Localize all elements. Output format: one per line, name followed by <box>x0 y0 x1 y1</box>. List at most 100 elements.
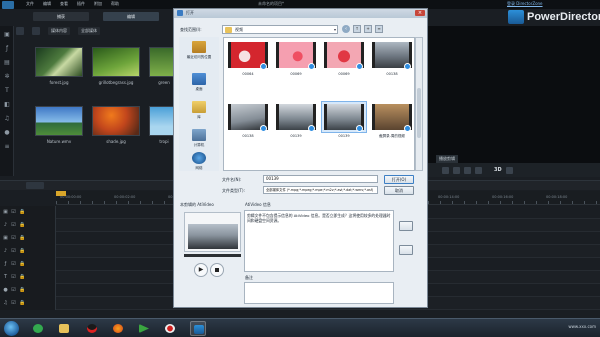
tab-edit[interactable]: 编辑 <box>103 12 159 21</box>
place-recent[interactable]: 最近访问的位置 <box>179 41 219 60</box>
menu-file[interactable]: 文件 <box>26 1 34 7</box>
dialog-title-bar[interactable]: 打开 × <box>174 9 427 18</box>
3d-mode-toggle[interactable]: 3D <box>494 167 502 173</box>
chapter-room-icon[interactable]: ≡ <box>4 144 10 150</box>
taskbar-app[interactable] <box>162 321 178 336</box>
fx-room-icon[interactable]: ƒ <box>4 46 10 52</box>
menu-extras[interactable]: 附加 <box>94 1 102 7</box>
cancel-button[interactable]: 取消 <box>384 186 414 195</box>
taskbar-app[interactable] <box>30 321 46 336</box>
file-item[interactable]: 截屏录-周的视频 <box>370 102 414 139</box>
track-header: ♪ ☑ 🔒 <box>0 219 56 232</box>
media-label: grillotbegrass.jpg <box>98 80 134 85</box>
analyze-icon[interactable] <box>399 221 413 231</box>
title-room-icon[interactable]: T <box>4 88 10 94</box>
look-in-dropdown[interactable]: 视频 ▾ <box>222 25 338 34</box>
snapshot-icon[interactable] <box>505 166 513 174</box>
place-computer[interactable]: 计算机 <box>179 129 219 148</box>
checkbox-icon[interactable]: ☑ <box>11 223 16 228</box>
file-item-selected[interactable]: 00139 <box>321 101 367 138</box>
stop-button[interactable] <box>210 263 224 277</box>
checkbox-icon[interactable]: ☑ <box>11 210 16 215</box>
file-item[interactable]: 00069 <box>322 40 366 76</box>
file-frame <box>226 40 270 70</box>
video-thumbnail <box>228 104 268 132</box>
place-libraries[interactable]: 库 <box>179 101 219 120</box>
start-button[interactable] <box>4 321 19 336</box>
notes-textarea[interactable] <box>244 282 394 304</box>
capture-icon[interactable] <box>32 27 40 35</box>
media-item[interactable]: shade.jpg <box>92 106 140 144</box>
menu-plugins[interactable]: 插件 <box>77 1 85 7</box>
audio-mixing-icon[interactable]: ♫ <box>4 116 10 122</box>
preview-progress-bar[interactable] <box>184 254 241 257</box>
place-network[interactable]: 网络 <box>179 152 219 171</box>
lock-icon[interactable]: 🔒 <box>19 223 25 228</box>
settings-icon[interactable] <box>399 245 413 255</box>
back-icon[interactable]: ‹ <box>342 25 350 33</box>
taskbar-app[interactable] <box>84 321 100 336</box>
lock-icon[interactable]: 🔒 <box>19 275 25 280</box>
track-header: ▣ ☑ 🔒 <box>0 232 56 245</box>
lock-icon[interactable]: 🔒 <box>19 249 25 254</box>
media-room-icon[interactable]: ▣ <box>4 32 10 38</box>
taskbar-app[interactable] <box>56 321 72 336</box>
play-icon[interactable] <box>442 166 449 174</box>
menu-view[interactable]: 查看 <box>60 1 68 7</box>
dialog-title: 打开 <box>186 10 194 15</box>
checkbox-icon[interactable]: ☑ <box>11 301 16 306</box>
video-badge-icon <box>356 63 363 70</box>
preview-mode-label[interactable]: 播放剪辑 <box>436 155 458 163</box>
media-item[interactable]: Nature.wmv <box>35 106 83 144</box>
place-desktop[interactable]: 桌面 <box>179 73 219 92</box>
lock-icon[interactable]: 🔒 <box>19 301 25 306</box>
tab-capture[interactable]: 捕获 <box>33 12 89 21</box>
directorzone-login-link[interactable]: 登录 DirectorZone <box>507 1 543 7</box>
voiceover-icon[interactable]: ● <box>4 130 10 136</box>
checkbox-icon[interactable]: ☑ <box>11 249 16 254</box>
taskbar-app-active[interactable] <box>190 321 206 336</box>
new-folder-icon[interactable]: + <box>364 25 372 33</box>
media-filter[interactable]: 媒体内容 <box>48 27 70 35</box>
taskbar-app[interactable] <box>136 321 152 336</box>
checkbox-icon[interactable]: ☑ <box>11 275 16 280</box>
stop-icon[interactable] <box>453 166 460 174</box>
import-media-icon[interactable] <box>16 27 24 35</box>
playhead[interactable] <box>56 191 66 196</box>
taskbar-app[interactable] <box>110 321 126 336</box>
media-type-dropdown[interactable]: 全部媒体 <box>78 27 100 35</box>
lock-icon[interactable]: 🔒 <box>19 236 25 241</box>
checkbox-icon[interactable]: ☑ <box>11 288 16 293</box>
play-button[interactable]: ▶ <box>194 263 208 277</box>
open-button[interactable]: 打开(O) <box>384 175 414 184</box>
menu-help[interactable]: 帮助 <box>111 1 119 7</box>
file-item[interactable]: 00138 <box>226 102 270 138</box>
storyboard-toggle-button[interactable] <box>26 182 44 189</box>
file-item[interactable]: 00069 <box>274 40 318 76</box>
file-item[interactable]: 00064 <box>226 40 270 76</box>
lock-icon[interactable]: 🔒 <box>19 262 25 267</box>
next-frame-icon[interactable] <box>475 166 482 174</box>
up-folder-icon[interactable]: ↑ <box>353 25 361 33</box>
close-icon[interactable]: × <box>415 10 425 16</box>
pip-room-icon[interactable]: ▤ <box>4 60 10 66</box>
lock-icon[interactable]: 🔒 <box>19 288 25 293</box>
view-menu-icon[interactable]: ≡ <box>375 25 383 33</box>
transition-room-icon[interactable]: ◧ <box>4 102 10 108</box>
scrollbar-thumb[interactable] <box>417 88 421 138</box>
music-track-icon: ♫ <box>3 300 8 306</box>
checkbox-icon[interactable]: ☑ <box>11 262 16 267</box>
menu-edit[interactable]: 编辑 <box>43 1 51 7</box>
file-item[interactable]: 00138 <box>370 40 414 76</box>
media-item[interactable]: grillotbegrass.jpg <box>92 47 140 85</box>
lock-icon[interactable]: 🔒 <box>19 210 25 215</box>
filename-input[interactable]: 00139 <box>263 175 378 183</box>
particle-room-icon[interactable]: ✲ <box>4 74 10 80</box>
checkbox-icon[interactable]: ☑ <box>11 236 16 241</box>
media-item[interactable]: forest.jpg <box>35 47 83 85</box>
file-item[interactable]: 00139 <box>274 102 318 138</box>
filetype-dropdown[interactable]: 全部媒体文件 (*.mpg;*.mpeg;*.mpe;*.m2v;*.avi;*… <box>263 186 378 194</box>
file-list-scrollbar[interactable] <box>415 37 423 171</box>
file-name: 00064 <box>242 72 254 76</box>
prev-frame-icon[interactable] <box>464 166 471 174</box>
